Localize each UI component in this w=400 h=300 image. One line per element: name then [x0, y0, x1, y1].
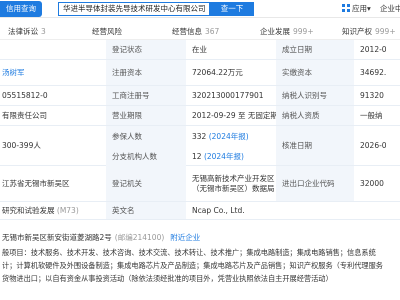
scope-line: 般项目：技术服务、技术开发、技术咨询、技术交流、技术转让、技术推广；集成电路制造… — [2, 248, 376, 257]
paid-in-capital-value: 34692. — [360, 68, 387, 77]
tab-label: 知识产权 — [342, 27, 372, 36]
search-input[interactable]: 华进半导体封装先导技术研发中心有限公司 — [58, 2, 210, 16]
insured-count-number: 332 — [192, 131, 207, 141]
registration-number-value: 320213000177901 — [192, 91, 264, 100]
import-export-code-label: 进出口企业代码 — [276, 166, 354, 201]
tab-count: 367 — [205, 27, 220, 36]
tab-label: 经营风险 — [92, 27, 122, 36]
registration-status-value: 在业 — [192, 45, 207, 54]
industry-code: (M73) — [56, 206, 79, 215]
taxpayer-id-value: 91320 — [360, 91, 384, 100]
legal-representative-link[interactable]: 汤树军 — [0, 60, 106, 85]
table-row: 有限责任公司 营业期限 2012-09-29 至 无固定期限 纳税人资质 一般纳 — [0, 106, 400, 126]
registered-capital-value: 72064.22万元 — [192, 68, 243, 77]
taxpayer-id-label: 纳税人识别号 — [276, 86, 354, 105]
region-value: 江苏省无锡市新吴区 — [2, 179, 70, 188]
staff-size-value: 300-399人 — [2, 141, 41, 150]
paid-in-capital-label: 实缴资本 — [276, 60, 354, 85]
industry-name: 研究和试验发展 — [2, 206, 55, 215]
english-name-label: 英文名 — [106, 202, 186, 219]
enterprise-center-link[interactable]: 企业中心 — [380, 2, 400, 16]
established-date-label: 成立日期 — [276, 40, 354, 59]
top-search-bar: 信用查询 华进半导体封装先导技术研发中心有限公司 查一下 应用▾ 企业中心 — [0, 0, 400, 18]
grid-icon — [342, 4, 350, 12]
org-code-value: 05515812-0 — [2, 91, 48, 100]
table-row: 05515812-0 工商注册号 320213000177901 纳税人识别号 … — [0, 86, 400, 106]
english-name-value: Ncap Co., Ltd. — [192, 206, 245, 215]
branch-staff-label: 分支机构人数 — [106, 146, 186, 166]
chevron-down-icon: ▾ — [367, 4, 371, 13]
search-button[interactable]: 查一下 — [210, 2, 254, 16]
import-export-code-value: 32000 — [360, 179, 384, 188]
address-text: 无锡市新吴区新安街道菱湖路2号 — [2, 233, 112, 242]
app-menu-label: 应用 — [352, 4, 367, 13]
table-row: 研究和试验发展 (M73) 英文名 Ncap Co., Ltd. — [0, 202, 400, 220]
company-address: 无锡市新吴区新安街道菱湖路2号 (邮编214100) 附近企业 — [2, 232, 200, 243]
company-type-value: 有限责任公司 — [2, 111, 47, 120]
table-row: 登记状态 在业 成立日期 2012-0 — [0, 40, 400, 60]
taxpayer-qualification-value: 一般纳 — [360, 111, 383, 120]
registered-capital-label: 注册资本 — [106, 60, 186, 85]
tab-business-risk[interactable]: 经营风险 — [92, 26, 122, 38]
postcode: (邮编214100) — [114, 233, 165, 242]
scope-line: 货物进出口；以自有资金从事投资活动（除依法须经批准的项目外，凭营业执照依法自主开… — [2, 274, 333, 283]
nearby-companies-link[interactable]: 附近企业 — [170, 233, 200, 242]
tab-business-info[interactable]: 经营信息 367 — [172, 26, 219, 38]
approval-date-value: 2026-0 — [360, 141, 387, 150]
tab-legal-lawsuits[interactable]: 法律诉讼 3 — [8, 26, 46, 38]
insured-count-value: 332 (2024年报) — [186, 126, 276, 146]
insured-count-label: 参保人数 — [106, 126, 186, 146]
registration-number-label: 工商注册号 — [106, 86, 186, 105]
branch-staff-number: 12 — [192, 151, 202, 161]
table-row: 江苏省无锡市新吴区 登记机关 无锡高新技术产业开发区（无锡市新吴区）数据局 进出… — [0, 166, 400, 202]
annual-report-link[interactable]: (2024年报) — [209, 131, 249, 142]
table-row: 300-399人 参保人数 332 (2024年报) 核准日期 2026-0 分… — [0, 126, 400, 166]
business-term-value: 2012-09-29 至 无固定期限 — [192, 111, 278, 120]
tab-label: 企业发展 — [260, 27, 290, 36]
registration-authority-label: 登记机关 — [106, 166, 186, 201]
table-row: 汤树军 注册资本 72064.22万元 实缴资本 34692. — [0, 60, 400, 86]
app-menu-button[interactable]: 应用▾ — [342, 2, 371, 16]
tab-count: 999+ — [293, 27, 314, 36]
registration-authority-value: 无锡高新技术产业开发区（无锡市新吴区）数据局 — [192, 173, 275, 193]
tab-enterprise-development[interactable]: 企业发展 999+ — [260, 26, 314, 38]
tab-label: 经营信息 — [172, 27, 202, 36]
industry-value: 研究和试验发展 (M73) — [0, 202, 106, 219]
business-scope: 般项目：技术服务、技术开发、技术咨询、技术交流、技术转让、技术推广；集成电路制造… — [2, 246, 400, 285]
tab-count: 3 — [41, 27, 46, 36]
tab-intellectual-property[interactable]: 知识产权 999+ — [342, 26, 396, 38]
established-date-value: 2012-0 — [360, 45, 387, 54]
credit-query-tab[interactable]: 信用查询 — [0, 1, 42, 17]
scope-line: 计；计算机软硬件及外围设备制造；集成电路芯片及产品制造；集成电路芯片及产品销售；… — [2, 261, 383, 270]
section-tabs: 法律诉讼 3 经营风险 经营信息 367 企业发展 999+ 知识产权 999+ — [0, 26, 400, 40]
business-term-label: 营业期限 — [106, 106, 186, 125]
taxpayer-qualification-label: 纳税人资质 — [276, 106, 354, 125]
table-cell — [0, 40, 106, 59]
branch-staff-value: 12 (2024年报) — [186, 146, 276, 166]
tab-count: 999+ — [375, 27, 396, 36]
registration-status-label: 登记状态 — [106, 40, 186, 59]
tab-label: 法律诉讼 — [8, 27, 38, 36]
approval-date-label: 核准日期 — [276, 126, 354, 165]
annual-report-link[interactable]: (2024年报) — [204, 151, 244, 162]
